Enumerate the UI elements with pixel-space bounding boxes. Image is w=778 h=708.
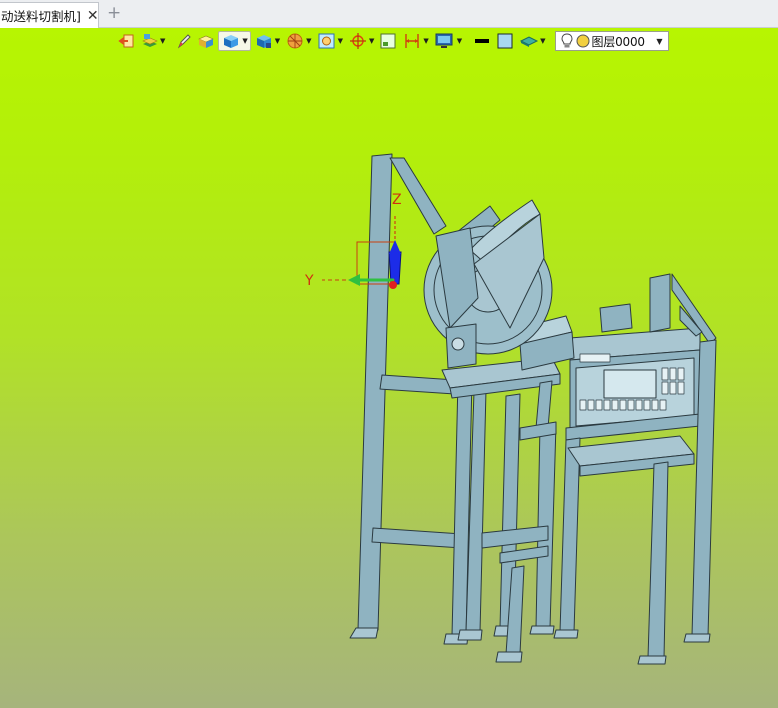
document-tab[interactable]: 动送料切割机] ✕ [0,2,99,28]
z-axis-label: Z [392,192,402,208]
new-tab-icon[interactable]: + [107,5,121,22]
document-tab-bar: 动送料切割机] ✕ + [0,0,778,28]
close-tab-icon[interactable]: ✕ [87,9,99,23]
document-tab-title[interactable]: 动送料切割机] [1,6,81,25]
3d-viewport[interactable]: ▼ ▼ ▼ ▼ ▼ ▼ ▼ ▼ ▼ 图层0000 ▼ Y Z [0,28,778,708]
y-axis-label: Y [304,273,314,289]
cutting-machine-model[interactable]: Y Z [0,28,778,708]
